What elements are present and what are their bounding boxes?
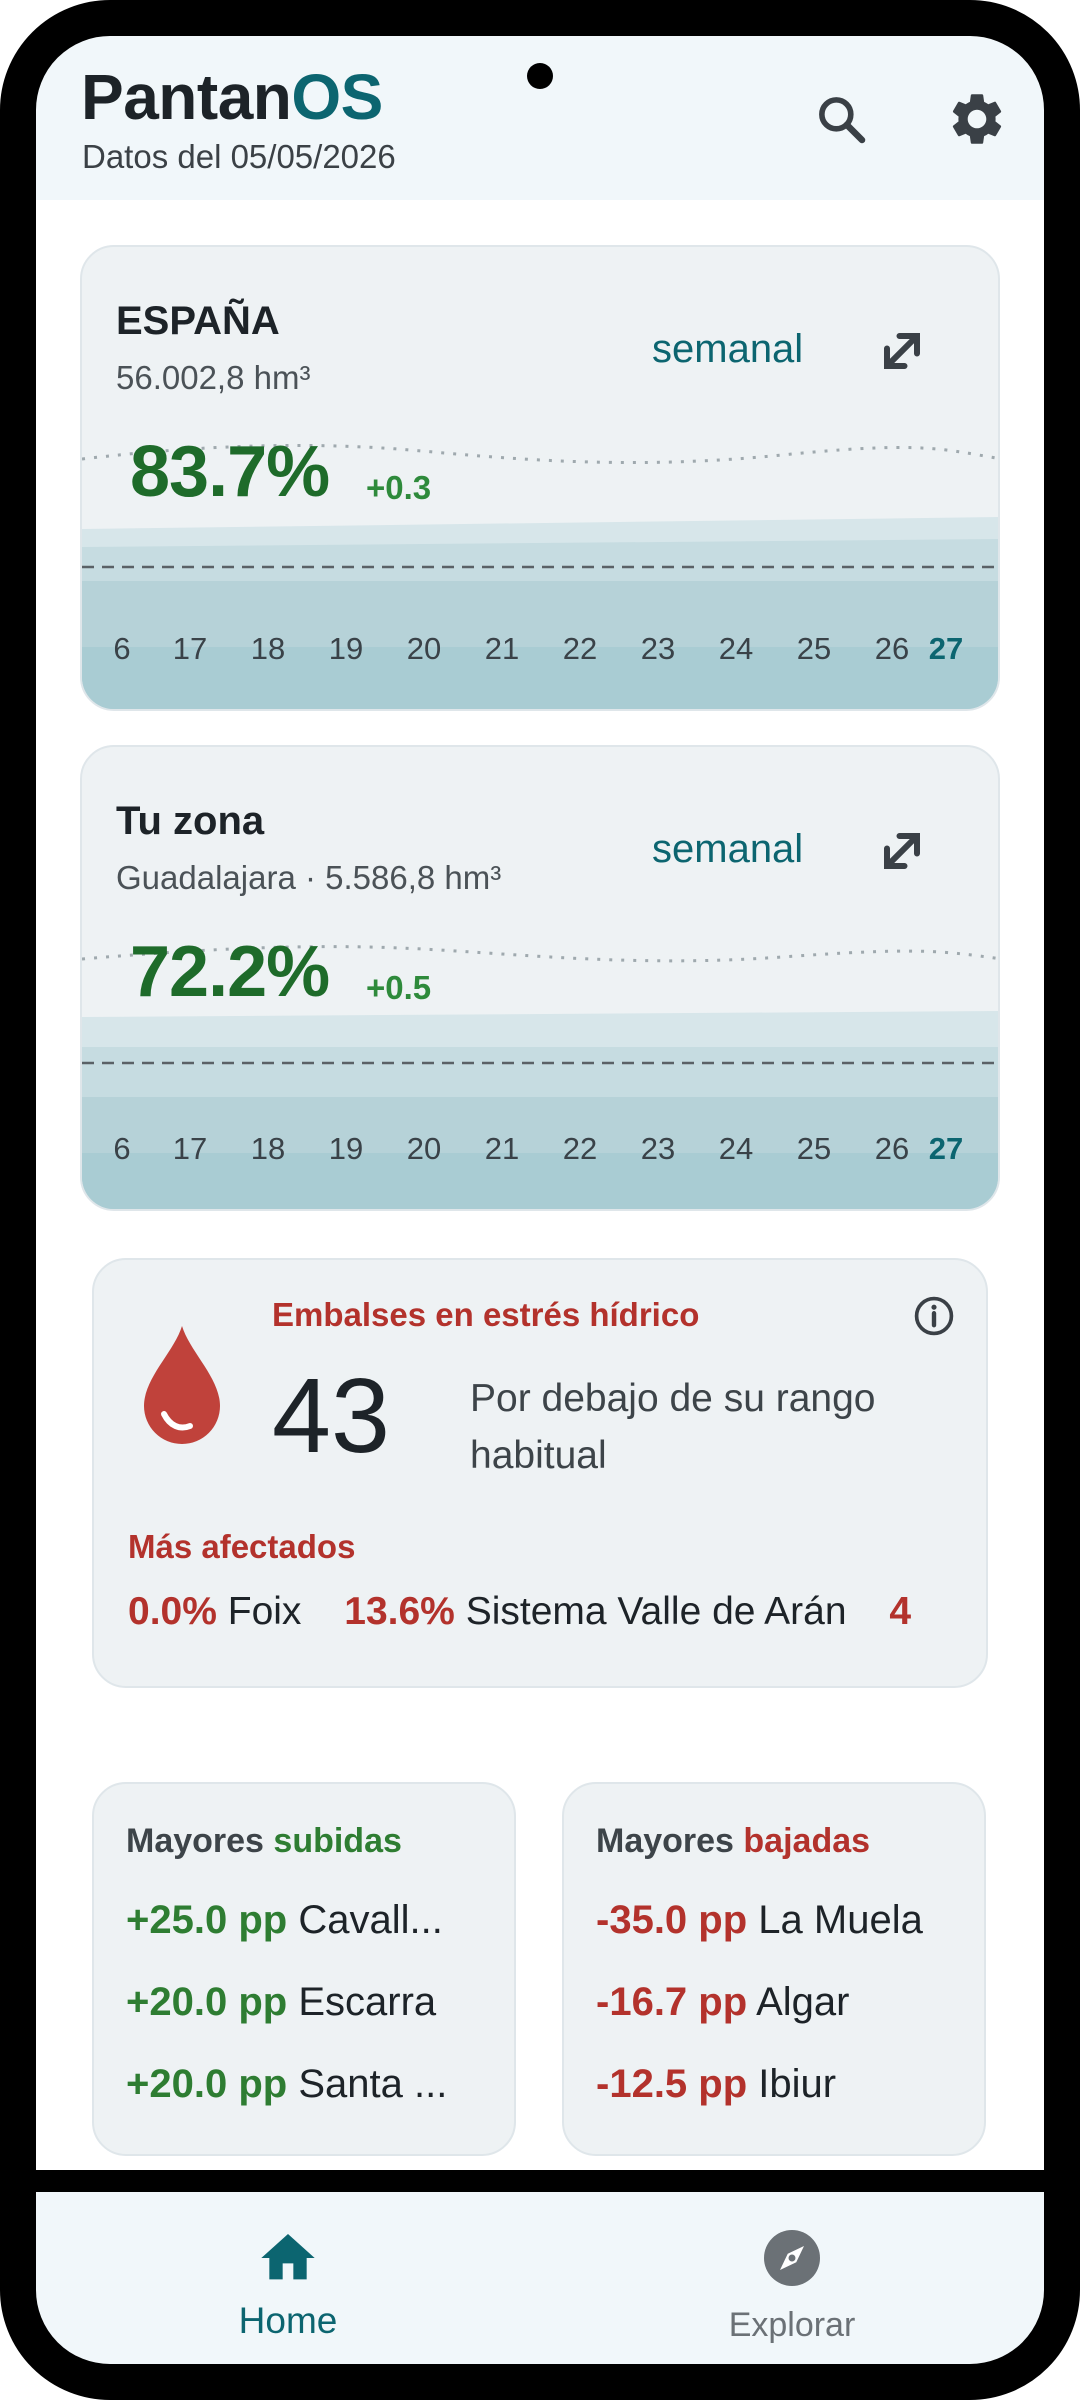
day-tick: 24 <box>718 631 754 666</box>
stress-count: 43 <box>272 1357 390 1475</box>
day-tick-today: 27 <box>928 1131 964 1166</box>
nav-home[interactable]: Home <box>36 2192 540 2364</box>
zone-weekly-delta: +0.5 <box>366 969 432 1006</box>
most-affected-title: Más afectados <box>128 1528 356 1565</box>
expand-icon[interactable] <box>872 821 932 881</box>
info-icon[interactable] <box>912 1294 956 1338</box>
day-tick-today: 27 <box>928 631 964 666</box>
nav-divider <box>36 2170 1044 2192</box>
affected-item[interactable]: 13.6% Sistema Valle de Arán <box>344 1590 846 1634</box>
expand-icon[interactable] <box>872 321 932 381</box>
gear-icon[interactable] <box>942 84 1012 154</box>
day-tick: 23 <box>640 1131 676 1166</box>
rise-item[interactable]: +25.0 pp Cavall... <box>126 1898 496 1943</box>
day-tick: 26 <box>874 631 910 666</box>
day-tick: 23 <box>640 631 676 666</box>
day-tick: 18 <box>250 1131 286 1166</box>
day-tick: 21 <box>484 631 520 666</box>
drops-title: Mayores bajadas <box>596 1822 871 1860</box>
drop-item[interactable]: -12.5 pp Ibiur <box>596 2062 966 2107</box>
drop-item[interactable]: -35.0 pp La Muela <box>596 1898 966 1943</box>
spain-day-axis: 6 17 18 19 20 21 22 23 24 25 26 27 <box>82 631 998 671</box>
zone-fill-percent: 72.2% <box>130 932 330 1012</box>
day-tick: 24 <box>718 1131 754 1166</box>
rise-item[interactable]: +20.0 pp Escarra <box>126 1980 496 2025</box>
rise-item[interactable]: +20.0 pp Santa ... <box>126 2062 496 2107</box>
top-rises-card[interactable]: Mayores subidas +25.0 pp Cavall... +20.0… <box>92 1782 516 2156</box>
compass-icon <box>760 2226 824 2290</box>
app-title: PantanOS <box>81 61 383 133</box>
day-tick: 6 <box>113 631 131 666</box>
search-icon[interactable] <box>806 84 876 154</box>
day-tick: 22 <box>562 1131 598 1166</box>
drop-item[interactable]: -16.7 pp Algar <box>596 1980 966 2025</box>
day-tick: 19 <box>328 631 364 666</box>
day-tick: 17 <box>172 631 208 666</box>
bottom-navigation: Home Explorar <box>36 2192 1044 2364</box>
spain-weekly-delta: +0.3 <box>366 469 432 506</box>
most-affected-list[interactable]: 0.0% Foix 13.6% Sistema Valle de Arán 4 <box>128 1590 986 1650</box>
day-tick: 20 <box>406 1131 442 1166</box>
stress-description: Por debajo de su rango habitual <box>470 1377 876 1477</box>
stress-title: Embalses en estrés hídrico <box>272 1296 700 1333</box>
nav-explore-label: Explorar <box>728 2306 856 2344</box>
day-tick: 20 <box>406 631 442 666</box>
nav-home-label: Home <box>238 2300 338 2341</box>
day-tick: 26 <box>874 1131 910 1166</box>
spain-period-toggle[interactable]: semanal <box>652 327 803 372</box>
day-tick: 25 <box>796 1131 832 1166</box>
zone-period-toggle[interactable]: semanal <box>652 827 803 872</box>
day-tick: 19 <box>328 1131 364 1166</box>
zone-title: Tu zona <box>116 799 265 843</box>
home-icon <box>256 2226 320 2290</box>
day-tick: 21 <box>484 1131 520 1166</box>
affected-item[interactable]: 4 <box>889 1590 911 1634</box>
zone-day-axis: 6 17 18 19 20 21 22 23 24 25 26 27 <box>82 1131 998 1171</box>
front-camera <box>527 63 553 89</box>
water-drop-icon <box>140 1322 224 1452</box>
day-tick: 22 <box>562 631 598 666</box>
day-tick: 17 <box>172 1131 208 1166</box>
top-drops-card[interactable]: Mayores bajadas -35.0 pp La Muela -16.7 … <box>562 1782 986 2156</box>
zone-subtitle: Guadalajara · 5.586,8 hm³ <box>116 859 502 896</box>
app-screen: PantanOS Datos del 05/05/2026 ESPAÑA 56.… <box>36 36 1044 2364</box>
water-stress-card[interactable]: Embalses en estrés hídrico 43 Por debajo… <box>92 1258 988 1688</box>
spain-fill-percent: 83.7% <box>130 432 330 512</box>
day-tick: 6 <box>113 1131 131 1166</box>
spain-volume: 56.002,8 hm³ <box>116 359 311 396</box>
spain-reserve-card[interactable]: ESPAÑA 56.002,8 hm³ semanal 83.7% +0.3 6… <box>80 245 1000 711</box>
data-date: Datos del 05/05/2026 <box>82 138 396 175</box>
rises-title: Mayores subidas <box>126 1822 402 1860</box>
zone-reserve-card[interactable]: Tu zona Guadalajara · 5.586,8 hm³ semana… <box>80 745 1000 1211</box>
affected-item[interactable]: 0.0% Foix <box>128 1590 301 1634</box>
day-tick: 25 <box>796 631 832 666</box>
app-header: PantanOS Datos del 05/05/2026 <box>36 36 1044 200</box>
day-tick: 18 <box>250 631 286 666</box>
spain-title: ESPAÑA <box>116 299 280 343</box>
nav-explore[interactable]: Explorar <box>540 2192 1044 2364</box>
